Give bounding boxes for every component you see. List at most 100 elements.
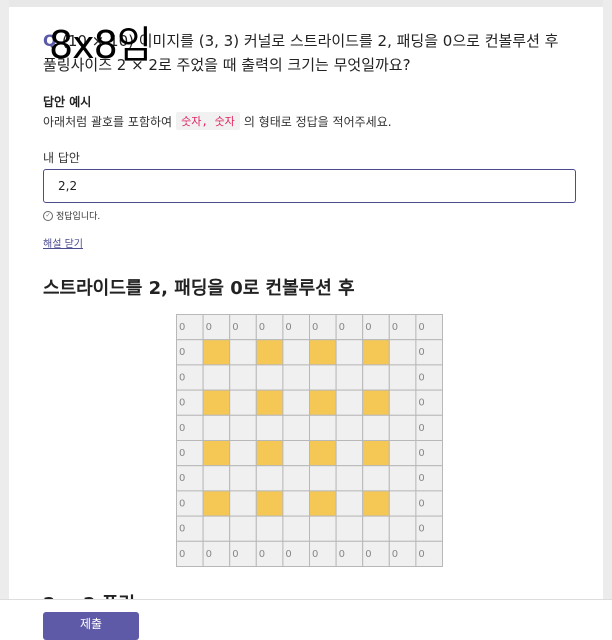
- padding-zero-label: 0: [392, 549, 398, 560]
- example-instructions: 아래처럼 괄호를 포함하여 숫자, 숫자 의 형태로 정답을 적어주세요.: [43, 112, 392, 130]
- next-section-title: 2 × 2 풀링: [43, 590, 135, 599]
- grid-cell: [202, 515, 231, 542]
- grid-cell-output: [362, 339, 390, 366]
- grid-cell: [229, 339, 257, 366]
- grid-cell: [388, 465, 417, 492]
- grid-cell: [388, 389, 417, 416]
- grid-cell-output: [255, 339, 284, 366]
- grid-cell: [229, 490, 257, 517]
- grid-cell: [255, 515, 284, 542]
- answer-status: ✓ 정답입니다.: [43, 209, 100, 222]
- padding-zero-label: 0: [418, 423, 424, 434]
- grid-cell-output: [362, 440, 390, 467]
- hide-explanation-link[interactable]: 해설 닫기: [43, 235, 83, 250]
- check-circle-icon: ✓: [43, 210, 53, 221]
- padding-zero-label: 0: [418, 473, 424, 484]
- padding-zero-label: 0: [365, 322, 371, 333]
- section-title: 스트라이드를 2, 패딩을 0로 컨볼루션 후: [43, 278, 355, 299]
- padding-zero-label: 0: [312, 322, 318, 333]
- grid-cell: [255, 465, 284, 492]
- grid-cell: [282, 440, 311, 467]
- grid-cell: [282, 465, 311, 492]
- grid-cell-output: [309, 389, 337, 416]
- padding-zero-label: 0: [418, 549, 424, 560]
- grid-cell: [388, 515, 417, 542]
- padding-zero-label: 0: [365, 549, 371, 560]
- padding-zero-label: 0: [232, 549, 238, 560]
- grid-cell: [335, 465, 364, 492]
- padding-zero-label: 0: [312, 549, 318, 560]
- grid-cell: [229, 515, 257, 542]
- grid-cell: [282, 389, 311, 416]
- grid-cell: [309, 414, 337, 442]
- padding-zero-label: 0: [339, 322, 345, 333]
- padded-grid: 0 0 0 0 0 0 0 0 0 0 0 0 0 0 0 0 0 0 0 0 0 0 0 0 0 0 0 0 0 0 0 0 0 0 0 0: [176, 314, 443, 568]
- grid-cell: [309, 515, 337, 542]
- padding-zero-label: 0: [259, 322, 265, 333]
- padding-zero-label: 0: [418, 372, 424, 383]
- answer-input[interactable]: [43, 169, 576, 203]
- grid-cell: [362, 364, 390, 391]
- example-text-after: 의 형태로 정답을 적어주세요.: [243, 114, 392, 129]
- grid-cell: [335, 364, 364, 391]
- padding-zero-label: 0: [179, 549, 185, 560]
- grid-cell: [202, 364, 231, 391]
- grid-cell-output: [362, 490, 390, 517]
- grid-cell-output: [255, 389, 284, 416]
- grid-cell: [229, 414, 257, 442]
- submit-button[interactable]: 제출: [43, 612, 139, 640]
- grid-cell: [335, 339, 364, 366]
- grid-cell: [335, 440, 364, 467]
- grid-cell-output: [362, 389, 390, 416]
- padding-zero-label: 0: [418, 448, 424, 459]
- grid-cell-output: [309, 440, 337, 467]
- grid-cell: [388, 364, 417, 391]
- footer-bar: 제출: [0, 599, 612, 640]
- padding-zero-label: 0: [418, 524, 424, 535]
- grid-cell: [309, 465, 337, 492]
- padding-zero-label: 0: [285, 322, 291, 333]
- padding-zero-label: 0: [179, 448, 185, 459]
- grid-cell: [202, 414, 231, 442]
- grid-cell-output: [202, 389, 231, 416]
- grid-cell-output: [202, 339, 231, 366]
- padding-zero-label: 0: [418, 347, 424, 358]
- grid-cell: [229, 364, 257, 391]
- grid-cell-output: [309, 339, 337, 366]
- grid-cell: [282, 364, 311, 391]
- padding-zero-label: 0: [232, 322, 238, 333]
- padding-zero-label: 0: [259, 549, 265, 560]
- right-scroll-gutter: [603, 0, 612, 632]
- padding-zero-label: 0: [179, 322, 185, 333]
- grid-cell: [202, 465, 231, 492]
- grid-cell: [282, 490, 311, 517]
- answer-status-text: 정답입니다.: [56, 212, 101, 222]
- grid-cell: [388, 490, 417, 517]
- grid-cell: [282, 414, 311, 442]
- padding-zero-label: 0: [206, 549, 212, 560]
- padding-zero-label: 0: [285, 549, 291, 560]
- padding-zero-label: 0: [179, 473, 185, 484]
- padding-zero-label: 0: [179, 524, 185, 535]
- padding-zero-label: 0: [339, 549, 345, 560]
- grid-cell: [282, 339, 311, 366]
- answer-label: 내 답안: [43, 151, 80, 165]
- handwritten-annotation: 8x8임: [49, 23, 152, 67]
- grid-cell: [388, 339, 417, 366]
- grid-cell-output: [202, 440, 231, 467]
- grid-cell: [362, 414, 390, 442]
- top-bar: [0, 0, 612, 7]
- padding-zero-label: 0: [392, 322, 398, 333]
- grid-cell: [335, 389, 364, 416]
- padding-zero-label: 0: [179, 372, 185, 383]
- padding-zero-label: 0: [418, 322, 424, 333]
- grid-cell: [335, 414, 364, 442]
- example-text-before: 아래처럼 괄호를 포함하여: [43, 114, 173, 129]
- padding-zero-label: 0: [179, 498, 185, 509]
- grid-cell: [229, 465, 257, 492]
- grid-cell-output: [202, 490, 231, 517]
- grid-cell: [362, 465, 390, 492]
- grid-cell: [309, 364, 337, 391]
- grid-cell: [388, 440, 417, 467]
- example-format-chip: 숫자, 숫자: [176, 112, 240, 130]
